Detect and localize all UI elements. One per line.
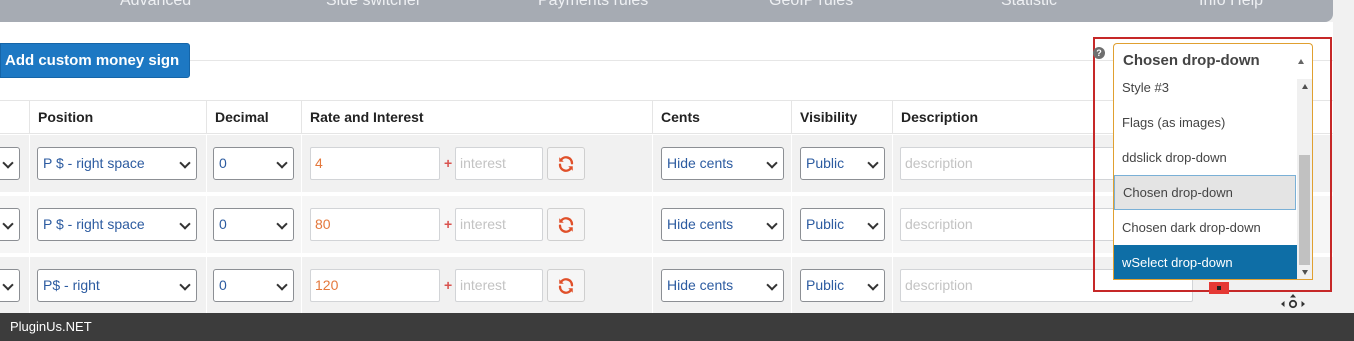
dropdown-option[interactable]: Chosen dark drop-down: [1114, 210, 1297, 245]
footer-bar: PluginUs.NET: [0, 313, 1354, 341]
scroll-up-icon[interactable]: [1302, 84, 1308, 89]
interest-input[interactable]: interest: [455, 269, 543, 302]
position-select[interactable]: P $ - right space: [37, 147, 197, 180]
plus-sign: +: [444, 216, 453, 232]
chevron-down-icon: [179, 157, 191, 169]
dropdown-options-list: Style #3 Flags (as images) ddslick drop-…: [1113, 79, 1313, 280]
dropdown-option[interactable]: Style #3: [1114, 79, 1297, 105]
column-header-cents: Cents: [652, 101, 791, 134]
scroll-down-icon[interactable]: [1302, 270, 1308, 275]
decimal-select[interactable]: 0: [213, 147, 294, 180]
interest-input[interactable]: interest: [455, 208, 543, 241]
tab-statistic[interactable]: Statistic: [1001, 0, 1057, 10]
rate-input[interactable]: 120: [310, 269, 440, 302]
chevron-down-icon: [179, 279, 191, 291]
position-select[interactable]: P$ - right: [37, 269, 197, 302]
visibility-select[interactable]: Public: [800, 208, 885, 241]
dropdown-option-highlighted[interactable]: wSelect drop-down: [1114, 245, 1297, 279]
column-header-visibility: Visibility: [791, 101, 892, 134]
chevron-down-icon: [867, 157, 879, 169]
refresh-icon: [558, 155, 574, 172]
chevron-down-icon: [766, 279, 778, 291]
column-header-position: Position: [29, 101, 206, 134]
chevron-down-icon: [766, 218, 778, 230]
refresh-rate-button[interactable]: [547, 147, 585, 180]
interest-input[interactable]: interest: [455, 147, 543, 180]
refresh-icon: [558, 277, 574, 294]
chevron-down-icon: [867, 218, 879, 230]
dropdown-option-hovered[interactable]: Chosen drop-down: [1114, 175, 1296, 210]
prev-column-select[interactable]: [0, 208, 20, 241]
chevron-down-icon: [2, 279, 14, 291]
tab-info-help[interactable]: Info Help: [1199, 0, 1263, 10]
prev-column-select[interactable]: [0, 147, 20, 180]
chevron-down-icon: [2, 218, 14, 230]
dropdown-selected-value: Chosen drop-down: [1123, 52, 1260, 69]
tab-side-switcher[interactable]: Side switcher: [326, 0, 421, 10]
refresh-rate-button[interactable]: [547, 269, 585, 302]
tab-payments-rules[interactable]: Payments rules: [538, 0, 648, 10]
scrollbar-thumb[interactable]: [1299, 155, 1310, 265]
chevron-down-icon: [276, 218, 288, 230]
chevron-down-icon: [276, 157, 288, 169]
position-select[interactable]: P $ - right space: [37, 208, 197, 241]
tab-advanced[interactable]: Advanced: [120, 0, 191, 10]
column-header-decimal: Decimal: [206, 101, 301, 134]
plus-sign: +: [444, 277, 453, 293]
dropdown-option[interactable]: ddslick drop-down: [1114, 140, 1297, 175]
chevron-down-icon: [179, 218, 191, 230]
footer-brand[interactable]: PluginUs.NET: [10, 319, 92, 334]
prev-column-select[interactable]: [0, 269, 20, 302]
decimal-select[interactable]: 0: [213, 208, 294, 241]
tab-geoip-rules[interactable]: GeoIP rules: [769, 0, 853, 10]
dropdown-option[interactable]: Flags (as images): [1114, 105, 1297, 140]
visibility-select[interactable]: Public: [800, 269, 885, 302]
rate-input[interactable]: 80: [310, 208, 440, 241]
refresh-icon: [558, 216, 574, 233]
visibility-select[interactable]: Public: [800, 147, 885, 180]
chevron-down-icon: [2, 157, 14, 169]
chevron-down-icon: [766, 157, 778, 169]
dropdown-style-select[interactable]: Chosen drop-down: [1113, 43, 1313, 79]
cents-select[interactable]: Hide cents: [661, 147, 784, 180]
red-marker-icon: [1209, 282, 1229, 294]
move-icon[interactable]: [1280, 294, 1306, 312]
chevron-down-icon: [867, 279, 879, 291]
column-header-rate-and-interest: Rate and Interest: [301, 101, 652, 134]
plus-sign: +: [444, 155, 453, 171]
rate-input[interactable]: 4: [310, 147, 440, 180]
top-nav-tabs: Advanced Side switcher Payments rules Ge…: [0, 0, 1333, 22]
add-custom-money-sign-button[interactable]: Add custom money sign: [0, 43, 190, 78]
decimal-select[interactable]: 0: [213, 269, 294, 302]
cents-select[interactable]: Hide cents: [661, 208, 784, 241]
refresh-rate-button[interactable]: [547, 208, 585, 241]
help-icon[interactable]: ?: [1093, 47, 1105, 59]
caret-up-icon: [1298, 59, 1304, 64]
chevron-down-icon: [276, 279, 288, 291]
cents-select[interactable]: Hide cents: [661, 269, 784, 302]
dropdown-scrollbar[interactable]: [1297, 79, 1312, 279]
